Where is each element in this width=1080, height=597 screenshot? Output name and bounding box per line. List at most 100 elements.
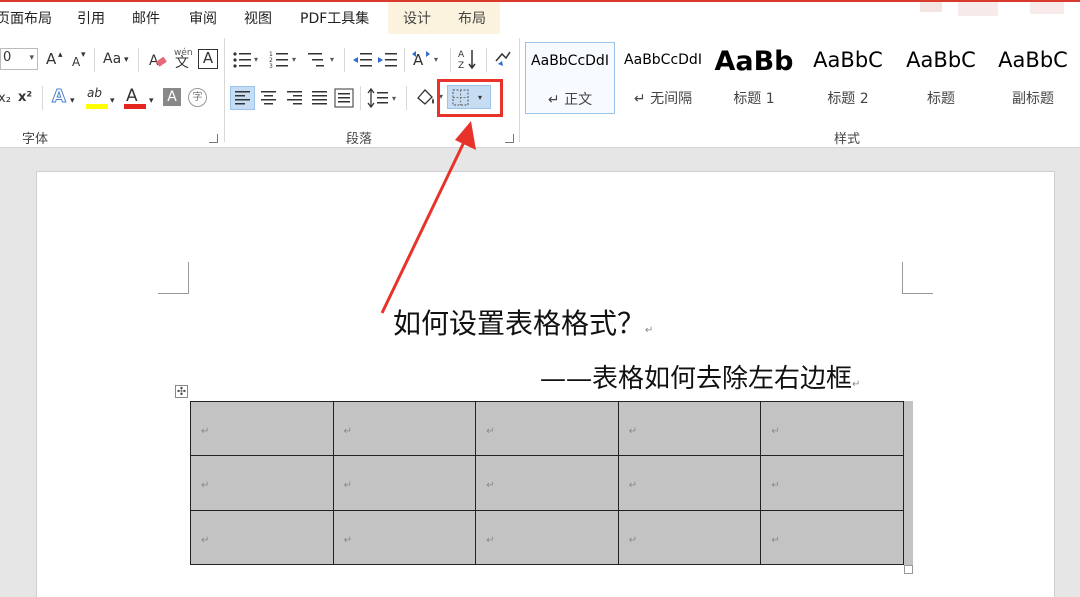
font-size-value: 0 xyxy=(3,50,12,65)
crop-mark-top-right xyxy=(902,262,933,294)
table-cell[interactable]: ↵ xyxy=(617,455,762,511)
table-cell[interactable]: ↵ xyxy=(332,455,477,511)
highlight-button[interactable]: ab xyxy=(87,84,102,102)
style-subtitle[interactable]: AaBbC 副标题 xyxy=(988,42,1078,114)
increase-indent-icon[interactable] xyxy=(377,49,399,71)
style-no-spacing[interactable]: AaBbCcDdI ↵ 无间隔 xyxy=(618,42,708,114)
document-subtitle[interactable]: ——表格如何去除左右边框↵ xyxy=(540,358,860,395)
align-center-icon[interactable] xyxy=(258,87,280,109)
justify-icon[interactable] xyxy=(309,87,331,109)
font-color-button[interactable]: A xyxy=(126,87,138,105)
paragraph-group-label: 段落 xyxy=(346,132,373,147)
document-table[interactable]: ↵ ↵ ↵ ↵ ↵ ↵ ↵ ↵ ↵ ↵ ↵ ↵ ↵ ↵ ↵ xyxy=(190,400,904,566)
table-cell[interactable]: ↵ xyxy=(190,455,334,511)
cell-end-mark: ↵ xyxy=(486,426,495,438)
enclose-characters-button[interactable]: 字 xyxy=(188,88,207,107)
style-name: 标题 2 xyxy=(827,91,869,107)
style-sample: AaBbC xyxy=(906,48,976,72)
cell-end-mark: ↵ xyxy=(201,426,210,438)
divider xyxy=(138,48,139,72)
style-name: 标题 1 xyxy=(733,91,775,107)
cell-end-mark: ↵ xyxy=(771,426,780,438)
table-cell[interactable]: ↵ xyxy=(760,400,904,457)
character-shading-button[interactable]: A xyxy=(163,88,181,106)
tab-layout[interactable]: 布局 xyxy=(458,8,486,28)
svg-text:▾: ▾ xyxy=(292,55,296,64)
change-case-button[interactable]: Aa xyxy=(103,50,121,68)
tab-mailings[interactable]: 邮件 xyxy=(132,8,160,28)
svg-text:Z: Z xyxy=(458,61,464,71)
cell-end-mark: ↵ xyxy=(343,534,352,546)
table-resize-handle-icon[interactable] xyxy=(904,565,913,574)
ribbon-tab-bar: 页面布局 引用 邮件 审阅 视图 PDF工具集 设计 布局 xyxy=(0,0,1080,34)
font-group-label: 字体 xyxy=(22,132,49,147)
word-window: 页面布局 引用 邮件 审阅 视图 PDF工具集 设计 布局 0 ▾ A ▴ A … xyxy=(0,0,1080,597)
cell-end-mark: ↵ xyxy=(343,426,352,438)
divider xyxy=(344,48,345,72)
table-cell[interactable]: ↵ xyxy=(617,509,762,566)
decrease-indent-icon[interactable] xyxy=(352,49,374,71)
cell-end-mark: ↵ xyxy=(201,480,210,492)
style-sample: AaBbC xyxy=(998,48,1068,72)
character-border-button[interactable]: A xyxy=(198,49,218,69)
table-cell[interactable]: ↵ xyxy=(332,400,477,457)
chevron-down-icon: ▾ xyxy=(110,96,115,106)
table-cell[interactable]: ↵ xyxy=(760,455,904,511)
style-title[interactable]: AaBbC 标题 xyxy=(896,42,986,114)
table-cell[interactable]: ↵ xyxy=(332,509,477,566)
grow-font-button[interactable]: A xyxy=(46,50,56,68)
tab-design[interactable]: 设计 xyxy=(403,8,431,28)
svg-text:A: A xyxy=(458,50,465,60)
table-cell[interactable]: ↵ xyxy=(617,400,762,457)
tab-pdf-tools[interactable]: PDF工具集 xyxy=(300,8,369,28)
text-effect-button[interactable]: A xyxy=(52,87,67,106)
table-move-handle-icon[interactable]: ✣ xyxy=(175,385,188,398)
clear-formatting-icon[interactable]: A xyxy=(148,50,168,70)
style-heading-2[interactable]: AaBbC 标题 2 xyxy=(803,42,893,114)
tab-references[interactable]: 引用 xyxy=(77,8,105,28)
table-cell[interactable]: ↵ xyxy=(190,509,334,566)
chevron-down-icon: ▾ xyxy=(124,55,129,65)
svg-text:▾: ▾ xyxy=(254,55,258,64)
table-cell[interactable]: ↵ xyxy=(475,400,619,457)
group-divider xyxy=(519,38,520,142)
table-cell[interactable]: ↵ xyxy=(190,400,334,457)
cell-end-mark: ↵ xyxy=(201,534,210,546)
tab-review[interactable]: 审阅 xyxy=(189,8,217,28)
table-cell[interactable]: ↵ xyxy=(475,509,619,566)
svg-text:▾: ▾ xyxy=(392,94,396,103)
cell-end-mark: ↵ xyxy=(486,480,495,492)
document-title[interactable]: 如何设置表格格式？↵ xyxy=(393,302,653,342)
chevron-down-icon: ▾ xyxy=(29,53,34,63)
sort-icon[interactable]: A Z xyxy=(457,47,481,73)
chevron-down-icon: ▾ xyxy=(149,96,154,106)
superscript-button[interactable]: x² xyxy=(18,89,32,107)
cell-end-mark: ↵ xyxy=(343,480,352,492)
align-right-icon[interactable] xyxy=(284,87,306,109)
style-heading-1[interactable]: AaBb 标题 1 xyxy=(712,42,796,114)
svg-text:3: 3 xyxy=(269,63,273,70)
font-size-box[interactable]: 0 ▾ xyxy=(0,48,38,70)
distributed-align-icon[interactable] xyxy=(333,87,355,109)
multilevel-list-icon[interactable]: ▾ xyxy=(307,49,339,71)
bullets-icon[interactable]: ▾ xyxy=(232,49,262,71)
line-spacing-icon[interactable]: ▾ xyxy=(367,87,401,109)
font-dialog-launcher-icon[interactable] xyxy=(209,134,218,143)
paragraph-mark: ↵ xyxy=(852,379,861,390)
numbering-icon[interactable]: 1 2 3 ▾ xyxy=(269,49,301,71)
align-left-icon xyxy=(235,91,250,105)
paragraph-dialog-launcher-icon[interactable] xyxy=(505,134,514,143)
tab-page-layout[interactable]: 页面布局 xyxy=(0,8,52,28)
table-cell[interactable]: ↵ xyxy=(760,509,904,566)
chinese-layout-icon[interactable]: A ▾ xyxy=(412,48,444,72)
align-left-button[interactable] xyxy=(230,86,255,110)
tab-view[interactable]: 视图 xyxy=(244,8,272,28)
phonetic-guide-button[interactable]: 文 xyxy=(175,54,189,72)
style-sample: AaBbC xyxy=(813,48,883,72)
divider xyxy=(486,48,487,72)
style-normal[interactable]: AaBbCcDdI ↵ 正文 xyxy=(525,42,615,114)
table-cell[interactable]: ↵ xyxy=(475,455,619,511)
show-formatting-marks-icon[interactable] xyxy=(492,48,514,70)
subscript-button[interactable]: x₂ xyxy=(0,90,11,108)
shrink-font-button[interactable]: A xyxy=(72,53,80,71)
